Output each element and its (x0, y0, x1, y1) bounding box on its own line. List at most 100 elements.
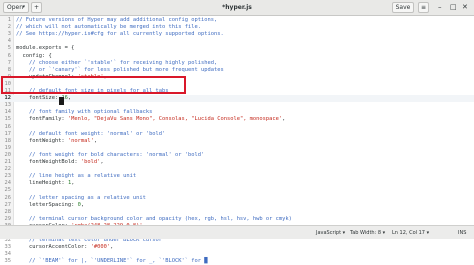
code-line[interactable]: 23 // line height as a relative unit (0, 173, 474, 180)
code-text: fontWeight: 'normal', (16, 138, 97, 145)
code-token-key: lineHeight: (16, 180, 68, 187)
line-number: 35 (4, 258, 12, 265)
code-token-punct: , (282, 116, 286, 123)
code-token-comment: // default font weight: 'normal' or 'bol… (16, 130, 166, 137)
line-number: 1 (7, 17, 11, 23)
close-icon[interactable]: ✕ (462, 3, 468, 12)
code-text: // which will not automatically be merge… (16, 24, 201, 31)
code-token-punct: , (67, 95, 72, 102)
code-text: // font weight for bold characters: 'nor… (16, 152, 204, 159)
line-number: 20 (4, 151, 12, 158)
code-text: // default font weight: 'normal' or 'bol… (16, 131, 165, 138)
code-token-string: '#000' (90, 244, 111, 251)
code-line[interactable]: 16 (0, 124, 474, 131)
code-line[interactable]: 4 (0, 38, 474, 45)
code-token-key: fontFamily: (16, 116, 68, 123)
hamburger-icon: ≡ (420, 4, 427, 11)
annotation-highlight-box (1, 76, 186, 94)
code-text: fontFamily: 'Menlo, "DejaVu Sans Mono", … (16, 116, 285, 123)
window-title: *hyper.js (222, 4, 252, 11)
code-token-comment: // terminal cursor background color and … (16, 215, 292, 222)
code-token-comment: // which will not automatically be merge… (16, 24, 201, 31)
code-line[interactable]: 7 // choose either `'stable'` for receiv… (0, 60, 474, 67)
language-selector[interactable]: JavaScript ▾ (316, 230, 345, 236)
code-editor[interactable]: 1 // Future versions of Hyper may add add… (0, 16, 474, 264)
new-document-button[interactable]: + (31, 2, 42, 13)
code-line[interactable]: 1 // Future versions of Hyper may add add… (0, 17, 474, 24)
line-number: 2 (7, 24, 11, 31)
code-text: letterSpacing: 0, (16, 202, 84, 209)
line-number: 28 (4, 208, 12, 215)
code-line[interactable]: 35 // `'BEAM'` for |, `'UNDERLINE'` for … (0, 258, 474, 265)
code-token-punct: , (71, 180, 75, 187)
code-line[interactable]: 15 fontFamily: 'Menlo, "DejaVu Sans Mono… (0, 116, 474, 123)
line-number: 14 (4, 109, 12, 116)
code-text: cursorAccentColor: '#000', (16, 244, 113, 251)
line-number: 4 (7, 38, 11, 45)
insert-mode-indicator: INS (458, 230, 467, 236)
code-line[interactable]: 22 (0, 166, 474, 173)
line-number: 7 (7, 59, 11, 66)
code-text: // `'BEAM'` for |, `'UNDERLINE'` for _, … (16, 258, 208, 265)
code-token-punct: , (80, 201, 85, 208)
code-text: module.exports = { (16, 45, 74, 52)
code-line[interactable]: 8 // or `'canary'` for less polished but… (0, 67, 474, 74)
code-token-comment: // letter spacing as a relative unit (16, 194, 146, 201)
code-text: lineHeight: 1, (16, 180, 74, 187)
line-number: 24 (4, 180, 12, 187)
code-line[interactable]: 28 (0, 209, 474, 216)
code-line[interactable]: 3 // See https://hyper.is#cfg for all cur… (0, 31, 474, 38)
tab-width-selector[interactable]: Tab Width: 8 ▾ (350, 230, 385, 236)
cursor-position-selector[interactable]: Ln 12, Col 17 ▾ (392, 230, 429, 236)
line-number: 29 (4, 215, 12, 222)
code-text: // or `'canary'` for less polished but m… (16, 67, 224, 74)
code-line[interactable]: 2 // which will not automatically be merg… (0, 24, 474, 31)
code-text: // line height as a relative unit (16, 173, 136, 180)
plus-icon: + (33, 4, 40, 11)
code-text: // font family with optional fallbacks (16, 109, 152, 116)
code-token-string: 'Menlo, "DejaVu Sans Mono", Consolas, "L… (67, 116, 283, 123)
line-number: 12 (4, 95, 12, 102)
code-token-comment: // choose either `'stable'` for receivin… (16, 59, 218, 66)
code-line[interactable]: 19 (0, 145, 474, 152)
code-line[interactable]: 20 // font weight for bold characters: '… (0, 152, 474, 159)
line-number: 5 (7, 45, 11, 52)
maximize-icon[interactable]: □ (450, 3, 457, 12)
code-line[interactable]: 26 // letter spacing as a relative unit (0, 195, 474, 202)
code-line[interactable]: 18 fontWeight: 'normal', (0, 138, 474, 145)
code-token-key: config: { (16, 52, 52, 59)
chevron-down-icon: ▾ (426, 230, 430, 236)
code-token-key: module.exports = { (16, 45, 75, 52)
code-token-string: 'normal' (67, 137, 94, 144)
hamburger-menu-button[interactable]: ≡ (418, 2, 429, 13)
code-line[interactable]: 12 fontSize: 16, (0, 95, 474, 106)
line-number: 34 (4, 251, 12, 258)
code-text: fontWeightBold: 'bold', (16, 159, 104, 166)
code-text: // terminal cursor background color and … (16, 216, 292, 223)
code-token-comment: // See https://hyper.is#cfg for all curr… (16, 31, 224, 38)
code-line[interactable]: 21 fontWeightBold: 'bold', (0, 159, 474, 166)
code-line[interactable]: 34 (0, 251, 474, 258)
open-button[interactable]: Open ▾ (3, 2, 29, 13)
code-token-punct: , (110, 244, 114, 251)
code-token-punct: , (93, 137, 98, 144)
code-line[interactable]: 6 config: { (0, 53, 474, 60)
code-line[interactable]: 25 (0, 187, 474, 194)
code-line[interactable]: 29 // terminal cursor background color a… (0, 216, 474, 223)
code-line[interactable]: 14 // font family with optional fallback… (0, 109, 474, 116)
cursor-position: Ln 12, Col 17 (392, 230, 425, 236)
code-line[interactable]: 33 cursorAccentColor: '#000', (0, 244, 474, 251)
minimize-icon[interactable]: – (438, 3, 442, 12)
code-token-key: fontWeight: (16, 137, 68, 144)
code-token-key: cursorAccentColor: (16, 244, 91, 251)
code-text: // choose either `'stable'` for receivin… (16, 60, 217, 67)
line-number: 15 (4, 116, 12, 123)
open-button-label: Open (7, 4, 24, 11)
code-line[interactable]: 27 letterSpacing: 0, (0, 202, 474, 209)
code-line[interactable]: 5 module.exports = { (0, 45, 474, 52)
code-line[interactable]: 24 lineHeight: 1, (0, 180, 474, 187)
save-button[interactable]: Save (392, 2, 414, 13)
code-line[interactable]: 13 (0, 102, 474, 109)
line-number: 27 (4, 201, 12, 208)
code-line[interactable]: 17 // default font weight: 'normal' or '… (0, 131, 474, 138)
